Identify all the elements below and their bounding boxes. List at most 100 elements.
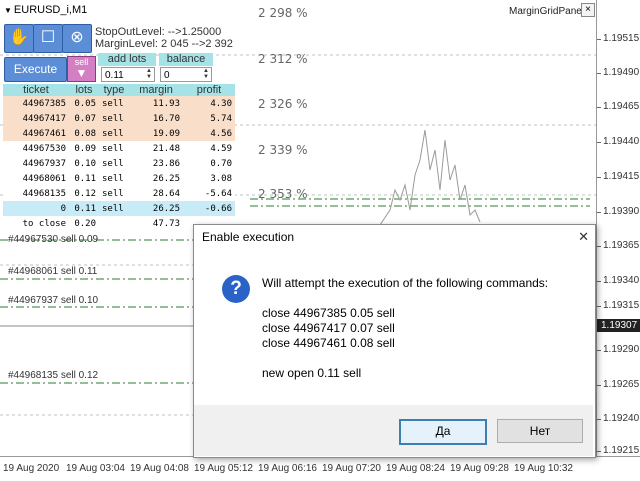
add-lots-header: add lots xyxy=(98,53,156,66)
price-tick: 1.19440 xyxy=(597,136,639,147)
time-axis[interactable]: 19 Aug 2020 19 Aug 03:04 19 Aug 04:08 19… xyxy=(0,456,640,481)
price-tick: 1.19215 xyxy=(597,445,639,456)
position-row[interactable]: 44968135 0.12 sell 28.64 -5.64 xyxy=(3,186,235,201)
time-tick: 19 Aug 05:12 xyxy=(194,463,253,474)
cell-type: sell xyxy=(99,126,129,141)
price-axis[interactable]: 1.19515 1.19490 1.19465 1.19440 1.19415 … xyxy=(596,0,640,456)
cell-ticket: 0 xyxy=(3,201,69,216)
cell-type: sell xyxy=(99,186,129,201)
cell-lots: 0.11 xyxy=(69,171,99,186)
margin-level-label: 2 353 % xyxy=(258,187,308,201)
column-header: type xyxy=(99,84,129,96)
cancel-circle-icon[interactable]: ⊗ xyxy=(62,24,92,53)
dialog-footer: Да Нет xyxy=(194,405,593,456)
enable-execution-dialog: Enable execution ✕ ? Will attempt the ex… xyxy=(193,224,596,458)
cell-lots: 0.09 xyxy=(69,141,99,156)
cell-margin: 21.48 xyxy=(129,141,183,156)
execute-button[interactable]: Execute xyxy=(4,57,67,82)
command-line: close 44967461 0.08 sell xyxy=(262,336,395,350)
spinner-arrows-icon[interactable]: ▲ ▼ xyxy=(144,68,154,81)
cell-profit: 4.30 xyxy=(183,96,235,111)
position-row[interactable]: 44967417 0.07 sell 16.70 5.74 xyxy=(3,111,235,126)
column-header: lots xyxy=(69,84,99,96)
stop-square-icon[interactable]: ☐ xyxy=(33,24,63,53)
command-line: close 44967385 0.05 sell xyxy=(262,306,395,320)
cell-ticket: to close xyxy=(3,216,69,231)
cell-ticket: 44967530 xyxy=(3,141,69,156)
price-tick: 1.19490 xyxy=(597,67,639,78)
sell-toggle-button[interactable]: sell ▼ xyxy=(67,56,96,82)
cell-ticket: 44967385 xyxy=(3,96,69,111)
price-tick: 1.19415 xyxy=(597,171,639,182)
cell-type xyxy=(99,216,129,231)
price-tick: 1.19365 xyxy=(597,240,639,251)
balance-value: 0 xyxy=(164,70,170,81)
cell-lots: 0.20 xyxy=(69,216,99,231)
position-row[interactable]: 44967937 0.10 sell 23.86 0.70 xyxy=(3,156,235,171)
panel-name: MarginGridPanel xyxy=(509,6,585,17)
price-tick: 1.19515 xyxy=(597,33,639,44)
yes-button[interactable]: Да xyxy=(399,419,487,445)
price-tick: 1.19340 xyxy=(597,275,639,286)
position-line-label: #44967530 sell 0.09 xyxy=(8,234,99,245)
cell-type: sell xyxy=(99,201,129,216)
cell-ticket: 44967461 xyxy=(3,126,69,141)
time-tick: 19 Aug 06:16 xyxy=(258,463,317,474)
margin-info: StopOutLevel: -->1.25000 MarginLevel: 2 … xyxy=(95,26,233,50)
cell-profit: 0.70 xyxy=(183,156,235,171)
time-tick: 19 Aug 2020 xyxy=(3,463,60,474)
hand-icon[interactable]: ✋ xyxy=(4,24,34,53)
close-icon[interactable]: ✕ xyxy=(578,229,589,245)
new-open-line: new open 0.11 sell xyxy=(262,366,362,380)
symbol-label: EURUSD_i,M1 xyxy=(13,4,88,16)
cell-ticket: 44967417 xyxy=(3,111,69,126)
column-header: ticket xyxy=(3,84,69,96)
cell-lots: 0.12 xyxy=(69,186,99,201)
position-row[interactable]: 44967461 0.08 sell 19.09 4.56 xyxy=(3,126,235,141)
cell-ticket: 44968135 xyxy=(3,186,69,201)
cell-margin: 11.93 xyxy=(129,96,183,111)
cell-lots: 0.08 xyxy=(69,126,99,141)
position-line-label: #44968135 sell 0.12 xyxy=(8,370,99,381)
dialog-intro: Will attempt the execution of the follow… xyxy=(262,276,549,290)
close-panel-icon[interactable]: × xyxy=(581,3,595,17)
cell-margin: 26.25 xyxy=(129,171,183,186)
position-row[interactable]: 44967530 0.09 sell 21.48 4.59 xyxy=(3,141,235,156)
time-tick: 19 Aug 10:32 xyxy=(514,463,573,474)
chart-symbol-title: ▼ EURUSD_i,M1 xyxy=(4,4,87,16)
cell-margin: 28.64 xyxy=(129,186,183,201)
cell-lots: 0.05 xyxy=(69,96,99,111)
position-line-label: #44967937 sell 0.10 xyxy=(8,295,99,306)
margin-level-label: 2 312 % xyxy=(258,52,308,66)
price-tick: 1.19465 xyxy=(597,101,639,112)
time-tick: 19 Aug 03:04 xyxy=(66,463,125,474)
cell-type: sell xyxy=(99,171,129,186)
cell-margin: 23.86 xyxy=(129,156,183,171)
dialog-title: Enable execution xyxy=(194,225,595,249)
add-lots-input[interactable]: 0.11 ▲ ▼ xyxy=(101,67,155,82)
no-button[interactable]: Нет xyxy=(497,419,583,443)
cell-lots: 0.07 xyxy=(69,111,99,126)
position-row[interactable]: 0 0.11 sell 26.25 -0.66 xyxy=(3,201,235,216)
cell-ticket: 44968061 xyxy=(3,171,69,186)
cell-margin: 16.70 xyxy=(129,111,183,126)
margin-level-label: 2 339 % xyxy=(258,143,308,157)
cell-type: sell xyxy=(99,96,129,111)
cell-profit: 4.59 xyxy=(183,141,235,156)
cell-type: sell xyxy=(99,111,129,126)
cell-margin: 26.25 xyxy=(129,201,183,216)
time-tick: 19 Aug 07:20 xyxy=(322,463,381,474)
balance-input[interactable]: 0 ▲ ▼ xyxy=(160,67,212,82)
price-tick: 1.19315 xyxy=(597,300,639,311)
position-row[interactable]: 44967385 0.05 sell 11.93 4.30 xyxy=(3,96,235,111)
position-line-label: #44968061 sell 0.11 xyxy=(8,266,98,277)
dropdown-triangle-icon: ▼ xyxy=(4,5,12,15)
positions-table: ticket lots type margin profit 44967385 0… xyxy=(3,84,235,231)
time-tick: 19 Aug 08:24 xyxy=(386,463,445,474)
spinner-arrows-icon[interactable]: ▲ ▼ xyxy=(201,68,211,81)
cell-profit: 4.56 xyxy=(183,126,235,141)
dialog-message: Will attempt the execution of the follow… xyxy=(262,276,548,381)
price-tick: 1.19390 xyxy=(597,206,639,217)
position-row[interactable]: 44968061 0.11 sell 26.25 3.08 xyxy=(3,171,235,186)
margin-level-label: 2 298 % xyxy=(258,6,308,20)
